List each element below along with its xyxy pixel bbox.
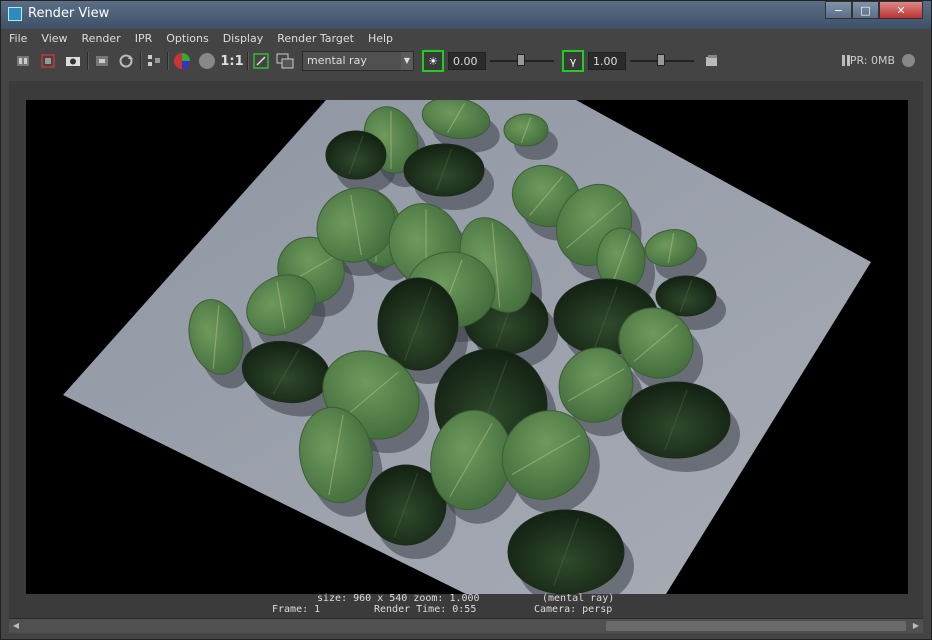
menu-display[interactable]: Display [223, 32, 264, 45]
menu-render-target[interactable]: Render Target [277, 32, 354, 45]
maximize-button[interactable]: □ [852, 1, 879, 19]
exposure-slider-handle[interactable] [517, 54, 525, 66]
exposure-glyph: ☀ [428, 54, 438, 68]
minimize-button[interactable]: − [825, 1, 852, 19]
scroll-left-icon[interactable]: ◀ [9, 619, 23, 633]
menu-view[interactable]: View [41, 32, 67, 45]
window-title: Render View [28, 6, 110, 21]
menu-render[interactable]: Render [82, 32, 121, 45]
renderer-select[interactable]: mental ray ▼ [302, 51, 414, 71]
menu-file[interactable]: File [9, 32, 27, 45]
horizontal-scrollbar[interactable]: ◀ ▶ [9, 618, 923, 633]
real-size-button[interactable]: 1:1 [220, 51, 243, 71]
maya-app-icon [8, 7, 22, 21]
toolbar: 1:1 mental ray ▼ ☀ 0.00 γ 1.00 IPR: 0MB [1, 47, 931, 75]
toolbar-separator [247, 52, 249, 70]
status-indicator-icon [902, 54, 915, 67]
gamma-glyph: γ [569, 54, 577, 68]
exposure-icon[interactable]: ☀ [422, 50, 444, 72]
gamma-icon[interactable]: γ [562, 50, 584, 72]
window-controls: − □ ✕ [825, 1, 923, 21]
region-render-icon[interactable] [92, 51, 112, 71]
display-region-icon[interactable] [251, 51, 271, 71]
toolbar-separator [87, 52, 89, 70]
ipr-memory-status: IPR: 0MB [846, 54, 895, 67]
keep-image-icon[interactable] [144, 51, 164, 71]
render-time-info: Render Time: 0:55 [374, 604, 477, 615]
exposure-field[interactable]: 0.00 [448, 52, 486, 70]
refresh-ipr-icon[interactable] [116, 51, 136, 71]
sync-icon[interactable] [275, 51, 295, 71]
renderer-note: (mental ray) [542, 593, 615, 604]
scroll-right-icon[interactable]: ▶ [909, 619, 923, 633]
menu-help[interactable]: Help [368, 32, 393, 45]
scrollbar-thumb[interactable] [606, 621, 906, 631]
toolbar-separator [167, 52, 169, 70]
menu-ipr[interactable]: IPR [135, 32, 153, 45]
alpha-channel-icon[interactable] [197, 51, 217, 71]
gamma-field[interactable]: 1.00 [588, 52, 626, 70]
render-size-info: size: 960 x 540 zoom: 1.000 [317, 593, 480, 604]
close-button[interactable]: ✕ [879, 1, 923, 19]
rgb-channels-icon[interactable] [172, 51, 192, 71]
render-settings-icon[interactable] [702, 51, 722, 71]
chevron-down-icon: ▼ [401, 52, 413, 70]
title-bar[interactable]: Render View − □ ✕ [1, 1, 931, 29]
ipr-render-icon[interactable] [38, 51, 58, 71]
frame-info: Frame: 1 [272, 604, 321, 615]
render-view-window: Render View − □ ✕ File View Render IPR O… [0, 0, 932, 640]
redo-render-icon[interactable] [13, 51, 33, 71]
snapshot-icon[interactable] [63, 51, 83, 71]
rendered-image [26, 100, 908, 594]
menu-bar: File View Render IPR Options Display Ren… [1, 29, 931, 47]
menu-options[interactable]: Options [166, 32, 208, 45]
gamma-slider-handle[interactable] [657, 54, 665, 66]
renderer-select-value: mental ray [307, 54, 367, 67]
camera-info: Camera: persp [534, 604, 613, 615]
toolbar-separator [140, 52, 142, 70]
